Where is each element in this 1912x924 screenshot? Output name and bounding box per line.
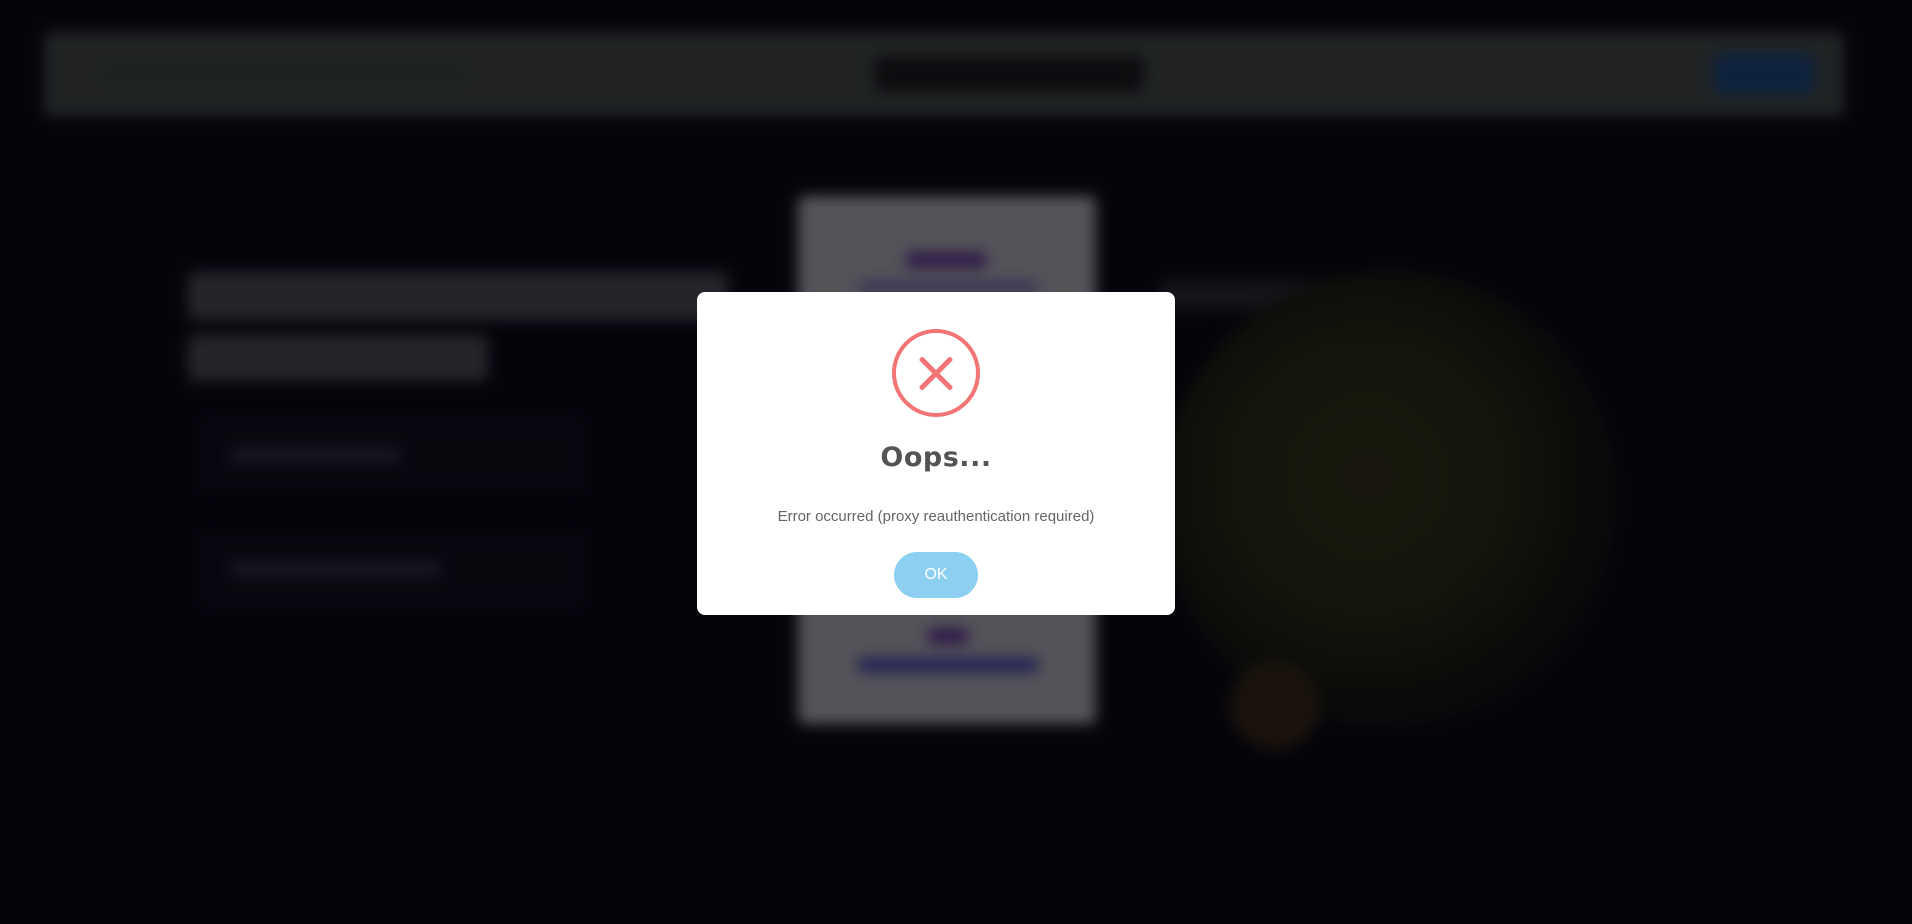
screen: Oops... Error occurred (proxy reauthenti… xyxy=(0,0,1912,924)
error-dialog: Oops... Error occurred (proxy reauthenti… xyxy=(697,292,1175,615)
ok-button[interactable]: OK xyxy=(894,552,978,598)
dialog-title: Oops... xyxy=(880,442,992,473)
error-x-icon xyxy=(892,329,980,417)
dialog-message: Error occurred (proxy reauthentication r… xyxy=(777,508,1095,525)
